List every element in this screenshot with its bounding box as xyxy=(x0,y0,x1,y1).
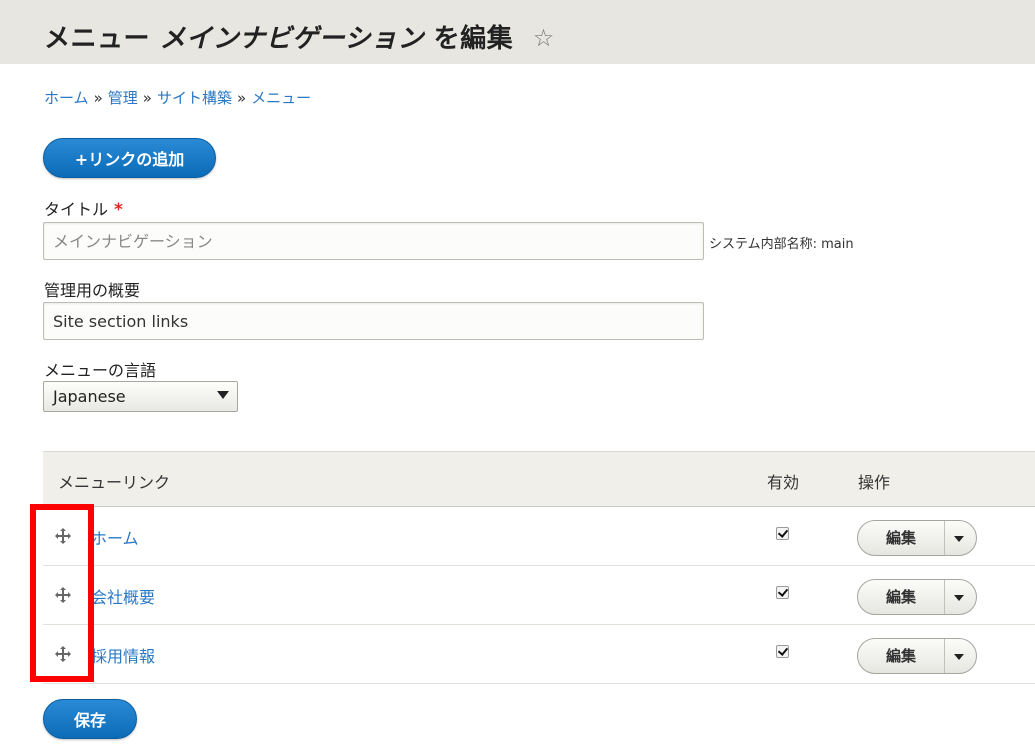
operations-dropbutton: 編集 xyxy=(857,579,977,615)
edit-button[interactable]: 編集 xyxy=(858,521,945,555)
shortcut-star-icon[interactable]: ☆ xyxy=(533,24,555,52)
edit-button[interactable]: 編集 xyxy=(858,639,945,673)
language-select-value: Japanese xyxy=(53,387,126,406)
enabled-checkbox[interactable] xyxy=(776,586,789,599)
breadcrumb-admin[interactable]: 管理 xyxy=(108,89,138,107)
dropbutton-toggle-icon[interactable] xyxy=(943,580,976,614)
drag-handle-icon[interactable] xyxy=(55,528,71,544)
breadcrumb: ホーム» 管理» サイト構築» メニュー xyxy=(44,87,311,108)
breadcrumb-structure[interactable]: サイト構築 xyxy=(157,89,232,107)
chevron-down-icon xyxy=(217,391,229,399)
language-label: メニューの言語 xyxy=(44,361,157,380)
page-title: メニュー メインナビゲーション を編集 ☆ xyxy=(44,18,555,55)
breadcrumb-home[interactable]: ホーム xyxy=(44,89,89,107)
column-header-link: メニューリンク xyxy=(58,473,171,492)
breadcrumb-separator: » xyxy=(93,89,103,107)
enabled-checkbox[interactable] xyxy=(776,645,789,658)
menu-link-recruit[interactable]: 採用情報 xyxy=(91,643,155,667)
column-header-enabled: 有効 xyxy=(767,473,800,492)
table-row: ホーム 編集 xyxy=(43,507,1035,566)
edit-button[interactable]: 編集 xyxy=(858,580,945,614)
breadcrumb-separator: » xyxy=(236,89,247,107)
add-link-button[interactable]: +リンクの追加 xyxy=(43,138,216,178)
description-input[interactable] xyxy=(43,302,704,340)
dropbutton-toggle-icon[interactable] xyxy=(943,639,976,673)
language-select[interactable]: Japanese xyxy=(43,381,238,412)
table-header: メニューリンク 有効 操作 xyxy=(43,451,1035,507)
description-label: 管理用の概要 xyxy=(44,281,141,300)
operations-dropbutton: 編集 xyxy=(857,638,977,674)
drag-handle-icon[interactable] xyxy=(55,587,71,603)
breadcrumb-separator: » xyxy=(142,89,152,107)
title-label: タイトル * xyxy=(44,196,123,220)
drag-handle-icon[interactable] xyxy=(55,646,71,662)
machine-name: システム内部名称: main xyxy=(709,237,854,252)
menu-link-home[interactable]: ホーム xyxy=(91,525,139,549)
dropbutton-toggle-icon[interactable] xyxy=(943,521,976,555)
table-row: 会社概要 編集 xyxy=(43,566,1035,625)
breadcrumb-menus[interactable]: メニュー xyxy=(251,89,311,107)
menu-links-table: メニューリンク 有効 操作 ホーム 編集 会社概要 編集 採用情報 編集 xyxy=(43,451,1035,684)
title-input[interactable] xyxy=(43,222,704,260)
page-title-prefix: メニュー xyxy=(44,24,151,54)
enabled-checkbox[interactable] xyxy=(776,527,789,540)
menu-link-about[interactable]: 会社概要 xyxy=(91,584,155,608)
column-header-operations: 操作 xyxy=(858,473,891,492)
page-title-suffix: を編集 xyxy=(433,24,514,54)
title-label-text: タイトル xyxy=(44,200,109,219)
save-button[interactable]: 保存 xyxy=(43,699,137,739)
operations-dropbutton: 編集 xyxy=(857,520,977,556)
page-header: メニュー メインナビゲーション を編集 ☆ xyxy=(0,0,1035,64)
required-mark: * xyxy=(114,200,123,220)
page-title-menu-name: メインナビゲーション xyxy=(159,24,425,54)
table-row: 採用情報 編集 xyxy=(43,625,1035,684)
